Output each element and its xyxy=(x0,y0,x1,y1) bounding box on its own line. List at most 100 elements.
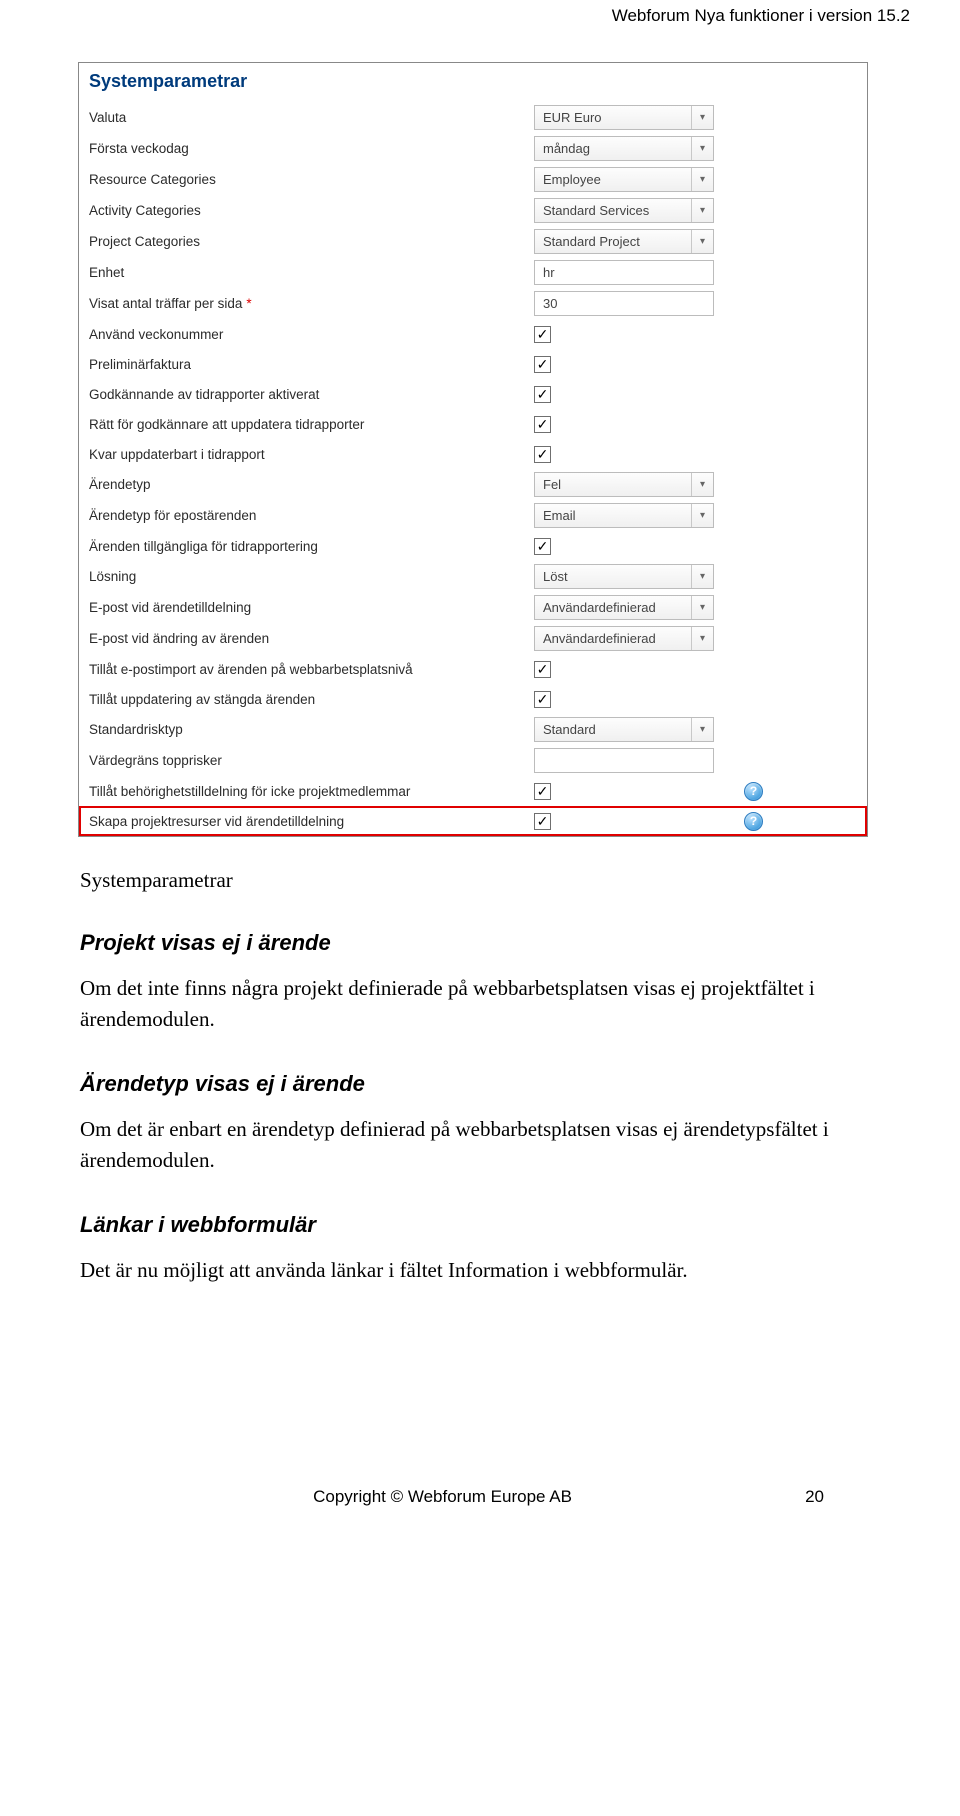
parameter-control: EUR Euro▾ xyxy=(534,105,734,130)
parameter-control: måndag▾ xyxy=(534,136,734,161)
parameter-control: ✓ xyxy=(534,538,734,555)
select-dropdown[interactable]: Email▾ xyxy=(534,503,714,528)
system-parameters-panel: Systemparametrar ValutaEUR Euro▾Första v… xyxy=(78,62,868,837)
parameter-row: Visat antal träffar per sida* xyxy=(79,288,867,319)
help-icon[interactable]: ? xyxy=(744,782,763,801)
select-dropdown[interactable]: Användardefinierad▾ xyxy=(534,626,714,651)
text-input[interactable] xyxy=(534,748,714,773)
footer-copyright: Copyright © Webforum Europe AB xyxy=(313,1485,572,1510)
chevron-down-icon: ▾ xyxy=(691,473,713,496)
text-input[interactable] xyxy=(534,260,714,285)
parameter-control: ✓ xyxy=(534,386,734,403)
section-heading-2: Ärendetyp visas ej i ärende xyxy=(80,1068,880,1100)
parameter-control: Standard▾ xyxy=(534,717,734,742)
checkbox[interactable]: ✓ xyxy=(534,356,551,373)
chevron-down-icon: ▾ xyxy=(691,168,713,191)
parameter-control: Employee▾ xyxy=(534,167,734,192)
parameter-label: Valuta xyxy=(89,110,534,125)
chevron-down-icon: ▾ xyxy=(691,199,713,222)
parameter-row: Rätt för godkännare att uppdatera tidrap… xyxy=(79,409,867,439)
required-asterisk: * xyxy=(246,296,251,311)
help-icon[interactable]: ? xyxy=(744,812,763,831)
checkbox[interactable]: ✓ xyxy=(534,783,551,800)
page-footer: Copyright © Webforum Europe AB 20 xyxy=(80,1485,880,1510)
parameter-label: Project Categories xyxy=(89,234,534,249)
parameter-row: LösningLöst▾ xyxy=(79,561,867,592)
select-dropdown[interactable]: EUR Euro▾ xyxy=(534,105,714,130)
checkbox[interactable]: ✓ xyxy=(534,326,551,343)
parameter-label: Enhet xyxy=(89,265,534,280)
select-dropdown[interactable]: Standard▾ xyxy=(534,717,714,742)
parameter-rows: ValutaEUR Euro▾Första veckodagmåndag▾Res… xyxy=(79,102,867,836)
chevron-down-icon: ▾ xyxy=(691,627,713,650)
parameter-control: Fel▾ xyxy=(534,472,734,497)
checkbox[interactable]: ✓ xyxy=(534,691,551,708)
parameter-row: Ärenden tillgängliga för tidrapportering… xyxy=(79,531,867,561)
footer-page-number: 20 xyxy=(805,1485,824,1510)
checkbox[interactable]: ✓ xyxy=(534,386,551,403)
parameter-row: ÄrendetypFel▾ xyxy=(79,469,867,500)
checkbox[interactable]: ✓ xyxy=(534,446,551,463)
chevron-down-icon: ▾ xyxy=(691,718,713,741)
parameter-row: Enhet xyxy=(79,257,867,288)
parameter-row: E-post vid ändring av ärendenAnvändardef… xyxy=(79,623,867,654)
parameter-control: Löst▾ xyxy=(534,564,734,589)
row-extras: ? xyxy=(734,782,763,801)
checkbox[interactable]: ✓ xyxy=(534,416,551,433)
parameter-row: ValutaEUR Euro▾ xyxy=(79,102,867,133)
parameter-label: Ärendetyp xyxy=(89,477,534,492)
parameter-row: Resource CategoriesEmployee▾ xyxy=(79,164,867,195)
parameter-control: ✓ xyxy=(534,356,734,373)
select-dropdown[interactable]: Standard Project▾ xyxy=(534,229,714,254)
parameter-control: Email▾ xyxy=(534,503,734,528)
select-dropdown[interactable]: måndag▾ xyxy=(534,136,714,161)
select-dropdown[interactable]: Fel▾ xyxy=(534,472,714,497)
parameter-label: Tillåt e-postimport av ärenden på webbar… xyxy=(89,662,534,677)
select-dropdown[interactable]: Standard Services▾ xyxy=(534,198,714,223)
parameter-row: StandardrisktypStandard▾ xyxy=(79,714,867,745)
parameter-control: Standard Project▾ xyxy=(534,229,734,254)
select-dropdown[interactable]: Användardefinierad▾ xyxy=(534,595,714,620)
parameter-label: Ärendetyp för epostärenden xyxy=(89,508,534,523)
page-header-right: Webforum Nya funktioner i version 15.2 xyxy=(0,0,960,26)
chevron-down-icon: ▾ xyxy=(691,106,713,129)
chevron-down-icon: ▾ xyxy=(691,137,713,160)
parameter-row: Project CategoriesStandard Project▾ xyxy=(79,226,867,257)
parameter-row: Använd veckonummer✓ xyxy=(79,319,867,349)
parameter-label: E-post vid ärendetilldelning xyxy=(89,600,534,615)
document-body: Systemparametrar Projekt visas ej i ären… xyxy=(80,865,880,1510)
row-extras: ? xyxy=(734,812,763,831)
text-input[interactable] xyxy=(534,291,714,316)
section-paragraph-3: Det är nu möjligt att använda länkar i f… xyxy=(80,1255,880,1285)
select-dropdown[interactable]: Löst▾ xyxy=(534,564,714,589)
parameter-label: Värdegräns topprisker xyxy=(89,753,534,768)
section-paragraph-2: Om det är enbart en ärendetyp definierad… xyxy=(80,1114,880,1175)
parameter-control xyxy=(534,748,734,773)
parameter-control: ✓ xyxy=(534,783,734,800)
parameter-label: Standardrisktyp xyxy=(89,722,534,737)
parameter-control: ✓ xyxy=(534,416,734,433)
parameter-label: Visat antal träffar per sida* xyxy=(89,296,534,311)
parameter-row: Skapa projektresurser vid ärendetilldeln… xyxy=(79,806,867,836)
parameter-label: Skapa projektresurser vid ärendetilldeln… xyxy=(89,814,534,829)
checkbox[interactable]: ✓ xyxy=(534,813,551,830)
parameter-label: Använd veckonummer xyxy=(89,327,534,342)
parameter-label: Lösning xyxy=(89,569,534,584)
parameter-row: Godkännande av tidrapporter aktiverat✓ xyxy=(79,379,867,409)
checkbox[interactable]: ✓ xyxy=(534,661,551,678)
section-heading-1: Projekt visas ej i ärende xyxy=(80,927,880,959)
section-paragraph-1: Om det inte finns några projekt definier… xyxy=(80,973,880,1034)
section-heading-3: Länkar i webbformulär xyxy=(80,1209,880,1241)
panel-title: Systemparametrar xyxy=(79,63,867,102)
parameter-row: Värdegräns topprisker xyxy=(79,745,867,776)
parameter-control: ✓ xyxy=(534,661,734,678)
checkbox[interactable]: ✓ xyxy=(534,538,551,555)
parameter-row: Preliminärfaktura✓ xyxy=(79,349,867,379)
parameter-label: E-post vid ändring av ärenden xyxy=(89,631,534,646)
parameter-label: Tillåt uppdatering av stängda ärenden xyxy=(89,692,534,707)
select-dropdown[interactable]: Employee▾ xyxy=(534,167,714,192)
parameter-label: Resource Categories xyxy=(89,172,534,187)
parameter-control: ✓ xyxy=(534,446,734,463)
parameter-row: Tillåt e-postimport av ärenden på webbar… xyxy=(79,654,867,684)
parameter-row: Kvar uppdaterbart i tidrapport✓ xyxy=(79,439,867,469)
